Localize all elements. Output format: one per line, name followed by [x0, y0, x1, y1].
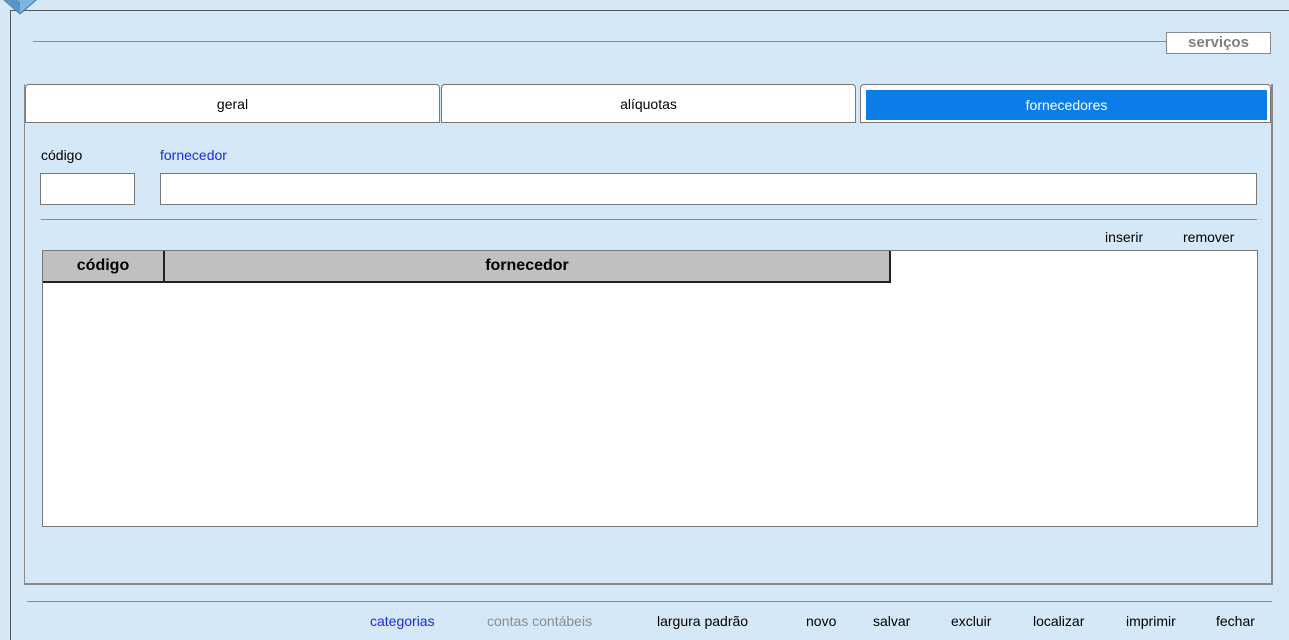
codigo-label: código — [41, 147, 83, 163]
menu-salvar[interactable]: salvar — [873, 613, 910, 629]
menu-largura-padrao[interactable]: largura padrão — [657, 613, 748, 629]
app-logo-icon — [3, 0, 37, 15]
menu-imprimir[interactable]: imprimir — [1126, 613, 1176, 629]
menu-novo[interactable]: novo — [806, 613, 836, 629]
menu-localizar[interactable]: localizar — [1033, 613, 1084, 629]
tab-fornecedores[interactable]: fornecedores — [860, 84, 1271, 123]
footer-divider — [27, 601, 1272, 602]
tab-aliquotas[interactable]: alíquotas — [441, 84, 856, 123]
form-title: serviços — [1166, 32, 1271, 54]
fornecedor-label[interactable]: fornecedor — [160, 147, 227, 163]
menu-categorias[interactable]: categorias — [370, 613, 435, 629]
fornecedores-grid[interactable]: código fornecedor — [42, 250, 1258, 527]
column-header-codigo[interactable]: código — [43, 251, 165, 281]
tab-geral[interactable]: geral — [25, 84, 440, 123]
menu-excluir[interactable]: excluir — [951, 613, 991, 629]
column-header-fornecedor[interactable]: fornecedor — [165, 251, 891, 281]
grid-header: código fornecedor — [43, 251, 891, 283]
inserir-link[interactable]: inserir — [1105, 229, 1143, 245]
tab-fornecedores-label: fornecedores — [866, 90, 1267, 120]
fornecedor-input[interactable] — [160, 173, 1257, 205]
menu-contas-contabeis: contas contábeis — [487, 613, 593, 629]
section-divider — [41, 219, 1257, 220]
codigo-input[interactable] — [40, 173, 135, 205]
menu-fechar[interactable]: fechar — [1216, 613, 1255, 629]
title-divider — [33, 41, 1167, 42]
remover-link[interactable]: remover — [1183, 229, 1234, 245]
